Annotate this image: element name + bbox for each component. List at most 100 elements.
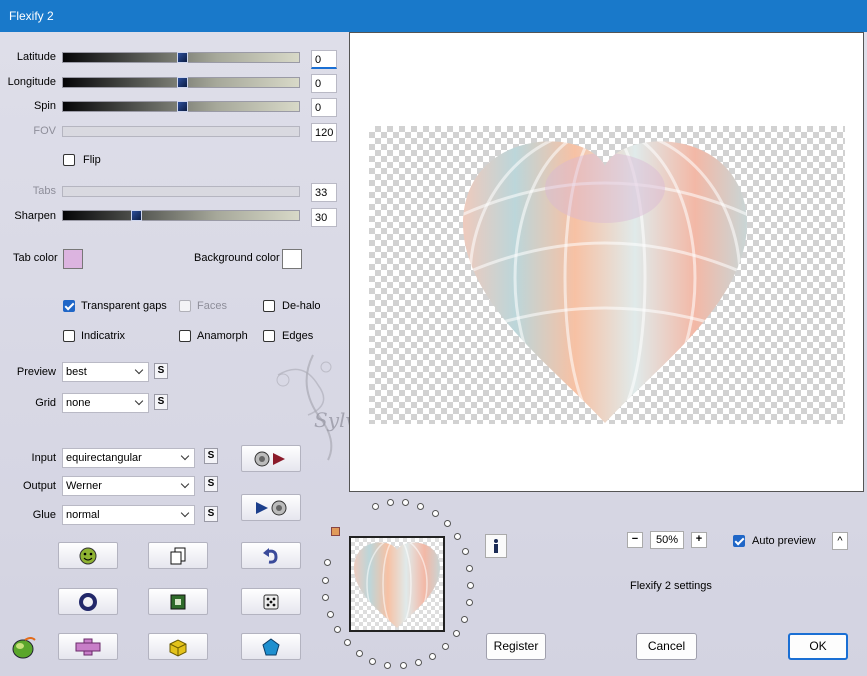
latitude-slider-thumb[interactable] bbox=[177, 52, 188, 63]
randomize-button[interactable] bbox=[241, 588, 301, 615]
dice-icon bbox=[263, 594, 279, 609]
cancel-button[interactable]: Cancel bbox=[636, 633, 697, 660]
grid-label: Grid bbox=[35, 397, 56, 409]
anamorph-checkbox[interactable] bbox=[179, 330, 191, 342]
title-bar: Flexify 2 bbox=[0, 0, 867, 32]
spin-input[interactable]: 0 bbox=[311, 98, 337, 117]
preview-mode-save-button[interactable]: S bbox=[154, 363, 168, 379]
spin-slider-thumb[interactable] bbox=[177, 101, 188, 112]
random-globe-button[interactable] bbox=[58, 542, 118, 569]
register-button-label: Register bbox=[493, 639, 539, 653]
glue-label: Glue bbox=[32, 509, 56, 521]
square-frame-icon bbox=[170, 594, 186, 609]
arrow-to-globe-icon bbox=[256, 500, 287, 515]
frame-shape-button[interactable] bbox=[148, 588, 208, 615]
ring-dot[interactable] bbox=[431, 509, 439, 517]
tab-color-swatch[interactable] bbox=[63, 249, 83, 269]
longitude-input[interactable]: 0 bbox=[311, 74, 337, 93]
background-color-swatch[interactable] bbox=[282, 249, 302, 269]
input-select[interactable]: equirectangular bbox=[62, 448, 195, 468]
output-select[interactable]: Werner bbox=[62, 476, 195, 496]
faces-checkbox bbox=[179, 300, 191, 312]
info-button[interactable] bbox=[485, 534, 507, 558]
gem-shape-button[interactable] bbox=[241, 633, 301, 660]
zoom-out-button[interactable]: − bbox=[627, 532, 643, 548]
glue-select[interactable]: normal bbox=[62, 505, 195, 525]
sharpen-input[interactable]: 30 bbox=[311, 208, 337, 227]
cross-shape-button[interactable] bbox=[58, 633, 118, 660]
ring-dot[interactable] bbox=[429, 652, 437, 660]
transparent-gaps-checkbox[interactable] bbox=[63, 300, 75, 312]
transparent-gaps-label: Transparent gaps bbox=[81, 300, 167, 312]
cross-shape-icon bbox=[75, 638, 101, 655]
flip-label: Flip bbox=[83, 154, 101, 166]
glue-value: normal bbox=[66, 509, 100, 521]
ring-dot[interactable] bbox=[355, 649, 363, 657]
ring-start-handle[interactable] bbox=[331, 527, 340, 536]
ring-dot[interactable] bbox=[466, 564, 474, 572]
flip-checkbox[interactable] bbox=[63, 154, 75, 166]
undo-button[interactable] bbox=[241, 542, 301, 569]
spin-label: Spin bbox=[33, 100, 56, 112]
ring-shape-button[interactable] bbox=[58, 588, 118, 615]
navigator-thumbnail[interactable] bbox=[349, 536, 445, 632]
flexify-logo-icon bbox=[12, 637, 36, 659]
faces-label: Faces bbox=[197, 300, 227, 312]
ring-dot[interactable] bbox=[371, 502, 379, 510]
ring-dot[interactable] bbox=[443, 520, 451, 528]
collapse-button[interactable]: ^ bbox=[832, 532, 848, 550]
zoom-level-field[interactable]: 50% bbox=[650, 531, 684, 549]
ring-dot[interactable] bbox=[441, 642, 449, 650]
ring-dot[interactable] bbox=[465, 599, 473, 607]
ring-dot[interactable] bbox=[452, 630, 460, 638]
window-title: Flexify 2 bbox=[9, 9, 54, 23]
tab-color-label: Tab color bbox=[13, 252, 58, 264]
ring-dot[interactable] bbox=[461, 548, 469, 556]
ring-dot[interactable] bbox=[321, 576, 329, 584]
auto-preview-checkbox[interactable] bbox=[733, 535, 745, 547]
grid-select[interactable]: none bbox=[62, 393, 149, 413]
ring-dot[interactable] bbox=[387, 498, 395, 506]
cancel-button-label: Cancel bbox=[647, 639, 686, 653]
ring-dot[interactable] bbox=[326, 610, 334, 618]
register-button[interactable]: Register bbox=[486, 633, 546, 660]
de-halo-label: De-halo bbox=[282, 300, 321, 312]
input-save-button[interactable]: S bbox=[204, 448, 218, 464]
heart-thumbnail-icon bbox=[354, 542, 440, 629]
spin-slider[interactable] bbox=[62, 101, 300, 112]
sharpen-slider[interactable] bbox=[62, 210, 300, 221]
fov-input: 120 bbox=[311, 123, 337, 142]
indicatrix-checkbox[interactable] bbox=[63, 330, 75, 342]
ring-dot[interactable] bbox=[333, 625, 341, 633]
output-save-button[interactable]: S bbox=[204, 476, 218, 492]
longitude-slider[interactable] bbox=[62, 77, 300, 88]
grid-value: none bbox=[66, 397, 91, 409]
cube-shape-button[interactable] bbox=[148, 633, 208, 660]
anamorph-label: Anamorph bbox=[197, 330, 248, 342]
latitude-slider[interactable] bbox=[62, 52, 300, 63]
ok-button-label: OK bbox=[809, 639, 827, 653]
glue-save-button[interactable]: S bbox=[204, 506, 218, 522]
copy-settings-button[interactable] bbox=[148, 542, 208, 569]
edges-checkbox[interactable] bbox=[263, 330, 275, 342]
de-halo-checkbox[interactable] bbox=[263, 300, 275, 312]
zoom-in-button[interactable]: + bbox=[691, 532, 707, 548]
preview-mode-select[interactable]: best bbox=[62, 362, 149, 382]
longitude-slider-thumb[interactable] bbox=[177, 77, 188, 88]
chevron-down-icon bbox=[180, 451, 190, 461]
ring-dot[interactable] bbox=[460, 615, 468, 623]
sharpen-slider-thumb[interactable] bbox=[131, 210, 142, 221]
edges-label: Edges bbox=[282, 330, 314, 342]
chevron-down-icon bbox=[134, 365, 144, 375]
output-swap-button[interactable] bbox=[241, 494, 301, 521]
fov-label: FOV bbox=[33, 125, 56, 137]
ring-dot[interactable] bbox=[369, 657, 377, 665]
ok-button[interactable]: OK bbox=[788, 633, 848, 660]
background-color-label: Background color bbox=[194, 252, 280, 264]
grid-save-button[interactable]: S bbox=[154, 394, 168, 410]
flexified-heart-image bbox=[463, 141, 747, 423]
latitude-input[interactable]: 0 bbox=[311, 50, 337, 69]
ring-dot[interactable] bbox=[343, 639, 351, 647]
settings-name-label: Flexify 2 settings bbox=[630, 580, 712, 592]
chevron-down-icon bbox=[134, 396, 144, 406]
